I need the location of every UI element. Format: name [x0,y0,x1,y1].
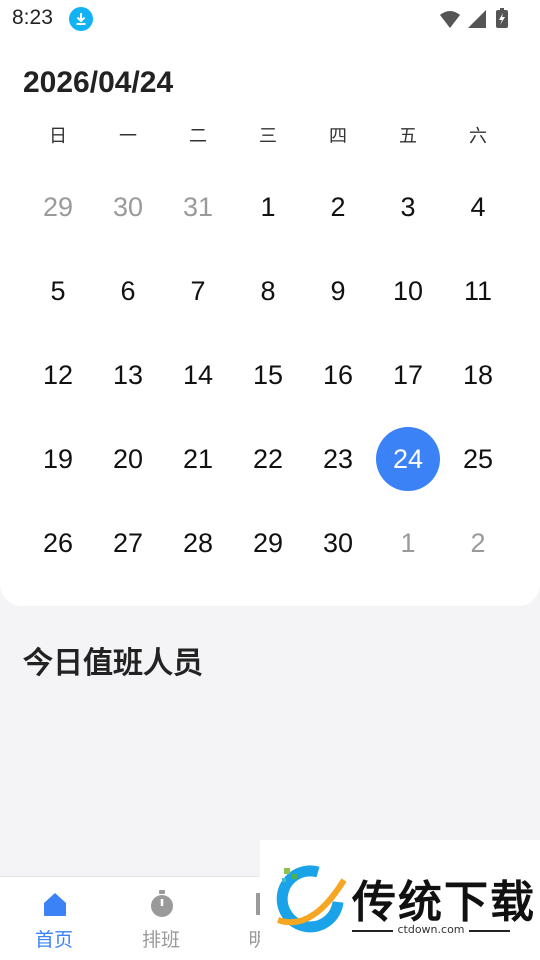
battery-icon [496,8,508,28]
calendar-day[interactable]: 2 [446,511,510,575]
calendar-day[interactable]: 8 [236,259,300,323]
calendar-day[interactable]: 1 [376,511,440,575]
home-icon [44,893,66,916]
watermark: 传统下载 ctdown.com [260,840,540,960]
watermark-logo-icon [276,865,347,933]
stopwatch-icon [151,890,173,917]
calendar-day[interactable]: 3 [376,175,440,239]
nav-label-schedule: 排班 [141,929,180,951]
weekday-label: 五 [399,126,417,147]
current-date: 2026/04/24 [23,66,174,99]
calendar-day[interactable]: 13 [96,343,160,407]
calendar-day[interactable]: 20 [96,427,160,491]
calendar-day[interactable]: 15 [236,343,300,407]
calendar-day[interactable]: 6 [96,259,160,323]
download-icon [69,7,93,31]
weekday-label: 三 [259,126,277,147]
calendar-day[interactable]: 23 [306,427,370,491]
calendar-day[interactable]: 4 [446,175,510,239]
nav-item-home[interactable]: 首页 [4,877,104,960]
calendar-day[interactable]: 18 [446,343,510,407]
wifi-icon [440,11,460,28]
calendar-day[interactable]: 31 [166,175,230,239]
calendar-day[interactable]: 12 [26,343,90,407]
calendar-day[interactable]: 26 [26,511,90,575]
calendar-day[interactable]: 10 [376,259,440,323]
status-icons [438,8,528,30]
watermark-title: 传统下载 [352,877,536,928]
calendar-day-selected[interactable]: 24 [376,427,440,491]
section-title: 今日值班人员 [23,646,203,681]
watermark-url: ctdown.com [393,923,469,936]
weekday-label: 六 [469,126,487,147]
calendar-day[interactable]: 11 [446,259,510,323]
status-time: 8:23 [12,6,53,29]
calendar-day[interactable]: 27 [96,511,160,575]
calendar-day[interactable]: 30 [306,511,370,575]
calendar-day[interactable]: 16 [306,343,370,407]
weekday-label: 日 [49,126,67,147]
calendar-day[interactable]: 19 [26,427,90,491]
calendar-day[interactable]: 7 [166,259,230,323]
calendar-day[interactable]: 17 [376,343,440,407]
weekday-label: 四 [329,126,347,147]
calendar-day[interactable]: 29 [236,511,300,575]
signal-icon [468,10,486,28]
calendar-day[interactable]: 22 [236,427,300,491]
calendar-day[interactable]: 21 [166,427,230,491]
calendar-day[interactable]: 25 [446,427,510,491]
nav-label-home: 首页 [34,929,73,951]
calendar-day[interactable]: 2 [306,175,370,239]
nav-item-schedule[interactable]: 排班 [111,877,211,960]
calendar-day[interactable]: 1 [236,175,300,239]
calendar-day[interactable]: 29 [26,175,90,239]
calendar-day[interactable]: 30 [96,175,160,239]
calendar-day[interactable]: 5 [26,259,90,323]
calendar-day[interactable]: 9 [306,259,370,323]
status-bar: 8:23 [0,0,540,38]
weekday-label: 二 [189,126,207,147]
calendar-day[interactable]: 28 [166,511,230,575]
calendar-day[interactable]: 14 [166,343,230,407]
weekday-label: 一 [119,126,137,147]
